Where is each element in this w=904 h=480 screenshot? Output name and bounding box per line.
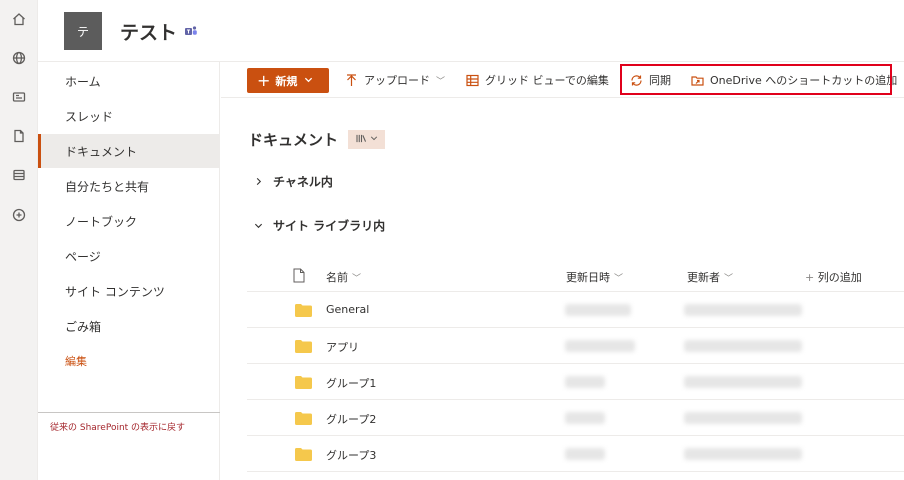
redacted-modified (565, 340, 635, 352)
row-name[interactable]: General (326, 303, 369, 316)
nav-item-label: ドキュメント (65, 144, 138, 159)
teams-icon[interactable] (184, 24, 198, 38)
chevron-down-icon (254, 219, 264, 233)
column-header-label: 名前 (326, 271, 348, 284)
nav-item-label: ごみ箱 (65, 319, 102, 334)
redacted-modified-by (684, 448, 802, 460)
table-row[interactable]: General (247, 292, 904, 328)
chevron-down-icon: ﹀ (436, 76, 446, 87)
row-name[interactable]: グループ2 (326, 411, 376, 427)
nav-item-label: スレッド (65, 109, 114, 124)
folder-icon (295, 412, 312, 425)
column-header-modified-by[interactable]: 更新者 ﹀ (687, 269, 733, 285)
upload-icon (347, 73, 356, 86)
redacted-modified-by (684, 340, 802, 352)
redacted-modified (565, 376, 605, 388)
news-icon[interactable] (9, 87, 29, 107)
nav-item-notebook[interactable]: ノートブック (38, 204, 220, 238)
section-label: チャネル内 (273, 175, 333, 189)
list-icon[interactable] (9, 165, 29, 185)
table-row[interactable]: アプリ (247, 328, 904, 364)
chevron-down-icon: ﹀ (614, 274, 624, 284)
row-name[interactable]: アプリ (326, 339, 359, 355)
chevron-down-icon: ﹀ (352, 274, 362, 284)
nav-item-threads[interactable]: スレッド (38, 99, 220, 133)
table-row[interactable]: グループ3 (247, 436, 904, 472)
chevron-down-icon: ﹀ (724, 274, 734, 284)
add-circle-icon[interactable] (9, 205, 29, 225)
new-button-label: 新規 (275, 74, 298, 88)
section-channel[interactable]: チャネル内 (254, 173, 333, 190)
table-row[interactable]: グループ2 (247, 400, 904, 436)
globe-icon[interactable] (9, 48, 29, 68)
document-icon[interactable] (9, 126, 29, 146)
nav-item-label: ノートブック (65, 214, 138, 229)
row-name[interactable]: グループ1 (326, 375, 376, 391)
chevron-down-icon (304, 74, 313, 87)
grid-icon (466, 74, 479, 86)
nav-edit-link[interactable]: 編集 (38, 344, 220, 378)
add-column-label: 列の追加 (817, 271, 862, 284)
section-label: サイト ライブラリ内 (273, 219, 386, 233)
nav-item-shared-with-us[interactable]: 自分たちと共有 (38, 169, 220, 203)
nav-divider (38, 412, 220, 413)
column-header-label: 更新日時 (566, 271, 610, 284)
view-switcher-button[interactable] (348, 130, 385, 149)
upload-label: アップロード (364, 74, 430, 87)
site-logo[interactable]: テ (64, 12, 102, 50)
upload-button[interactable]: アップロード ﹀ (345, 72, 445, 88)
grid-header: 名前 ﹀ 更新日時 ﹀ 更新者 ﹀ + 列の追加 (247, 261, 904, 292)
library-title: ドキュメント (248, 131, 339, 149)
left-navigation: ホーム スレッド ドキュメント 自分たちと共有 ノートブック ページ サイト コ… (38, 62, 220, 480)
file-type-icon[interactable] (293, 268, 305, 283)
nav-item-label: サイト コンテンツ (65, 284, 165, 299)
highlight-annotation-box (620, 64, 892, 95)
add-column-button[interactable]: + 列の追加 (805, 269, 862, 285)
nav-item-pages[interactable]: ページ (38, 239, 220, 273)
plus-icon: + (805, 271, 818, 284)
nav-item-recycle-bin[interactable]: ごみ箱 (38, 309, 220, 343)
folder-icon (295, 448, 312, 461)
chevron-right-icon (254, 175, 264, 189)
redacted-modified-by (684, 412, 802, 424)
nav-item-home[interactable]: ホーム (38, 64, 220, 98)
return-to-classic-link[interactable]: 従来の SharePoint の表示に戻す (50, 420, 185, 433)
redacted-modified-by (684, 304, 802, 316)
column-header-name[interactable]: 名前 ﹀ (326, 269, 361, 285)
redacted-modified (565, 304, 631, 316)
folder-icon (295, 304, 312, 317)
nav-item-label: 自分たちと共有 (65, 179, 150, 194)
new-button[interactable]: + 新規 (247, 68, 329, 93)
column-header-modified[interactable]: 更新日時 ﹀ (566, 269, 623, 285)
app-rail (0, 0, 38, 480)
nav-item-documents[interactable]: ドキュメント (38, 134, 220, 168)
column-header-label: 更新者 (687, 271, 720, 284)
redacted-modified (565, 448, 605, 460)
row-name[interactable]: グループ3 (326, 447, 376, 463)
nav-item-label: ホーム (65, 74, 101, 89)
nav-item-site-contents[interactable]: サイト コンテンツ (38, 274, 220, 308)
section-site-library[interactable]: サイト ライブラリ内 (254, 217, 385, 234)
edit-in-grid-view-button[interactable]: グリッド ビューでの編集 (466, 72, 609, 88)
nav-item-label: ページ (65, 249, 101, 264)
library-view-icon (355, 134, 367, 146)
table-row[interactable]: グループ1 (247, 364, 904, 400)
site-header: テ テスト (38, 0, 904, 62)
redacted-modified-by (684, 376, 802, 388)
site-title[interactable]: テスト (120, 18, 177, 45)
folder-icon (295, 376, 312, 389)
plus-icon: + (257, 70, 271, 90)
grid-edit-label: グリッド ビューでの編集 (485, 74, 609, 87)
folder-icon (295, 340, 312, 353)
redacted-modified (565, 412, 605, 424)
home-icon[interactable] (9, 9, 29, 29)
chevron-down-icon (370, 134, 378, 145)
